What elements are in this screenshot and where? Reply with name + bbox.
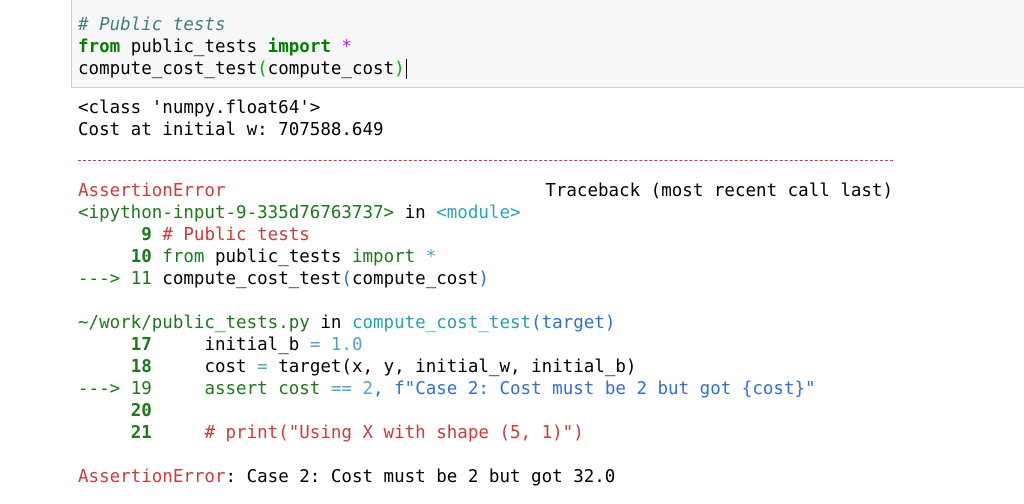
traceback-header-line: AssertionError Traceback (most recent cal… (78, 180, 893, 202)
line-number: 21 (130, 423, 152, 443)
number-literal: 2 (351, 379, 374, 399)
line-number: 10 (130, 247, 152, 267)
stdout-line-1: <class 'numpy.float64'> (78, 98, 321, 118)
function-arg: compute_cost (267, 59, 395, 79)
frame2-arg: (target) (531, 313, 616, 333)
frame1-line-9: 9 # Public tests (78, 224, 310, 246)
error-arrow: ---> (78, 379, 131, 399)
line-arrow (78, 401, 131, 421)
error-arrow: ---> (78, 269, 131, 289)
line-arrow (78, 247, 131, 267)
final-error-name: AssertionError (78, 467, 226, 487)
code-comment: # Public tests (151, 225, 310, 245)
line-number: 19 (130, 379, 152, 399)
module-name: public_tests (120, 37, 268, 57)
error-name: AssertionError (78, 181, 226, 201)
code-line-1: # Public tests (78, 14, 226, 36)
frame2-line-18: 18 cost = target(x, y, initial_w, initia… (78, 356, 637, 378)
close-paren: ) (478, 269, 489, 289)
code-text: target(x, y, initial_w, initial_b) (267, 357, 637, 377)
operator: == (330, 379, 352, 399)
line-arrow (78, 225, 141, 245)
line-number: 20 (130, 401, 152, 421)
keyword-import: import (351, 247, 416, 267)
line-number: 11 (130, 269, 152, 289)
line-arrow (78, 335, 131, 355)
frame1-in: in (394, 203, 437, 223)
frame1-module: <module> (436, 203, 521, 223)
keyword-import: import (267, 37, 331, 57)
code-text: initial_b (151, 335, 310, 355)
line-arrow (78, 357, 131, 377)
operator: = (309, 335, 321, 355)
frame2-line-21: 21 # print("Using X with shape (5, 1)") (78, 422, 584, 444)
code-comment: # print("Using X with shape (5, 1)") (151, 423, 584, 443)
open-paren: ( (257, 59, 268, 79)
function-arg: compute_cost (351, 269, 479, 289)
line-number: 9 (141, 225, 152, 245)
text-cursor (405, 59, 407, 79)
traceback-header: Traceback (most recent call last) (545, 181, 893, 201)
final-error-line: AssertionError: Case 2: Cost must be 2 b… (78, 466, 615, 488)
line-number: 18 (130, 357, 152, 377)
code-text: assert cost (151, 379, 331, 399)
line-number: 17 (130, 335, 152, 355)
frame2-location: ~/work/public_tests.py in compute_cost_t… (78, 312, 615, 334)
code-line-3: compute_cost_test(compute_cost) (78, 58, 407, 80)
line-arrow (78, 423, 131, 443)
stdout-line-2: Cost at initial w: 707588.649 (78, 120, 384, 140)
operator: = (257, 357, 268, 377)
function-call: compute_cost_test (78, 59, 258, 79)
frame2-line-17: 17 initial_b = 1.0 (78, 334, 363, 356)
star-operator: * (330, 37, 352, 57)
number-literal: 1.0 (320, 335, 363, 355)
keyword-from: from (78, 37, 121, 57)
code-text: cost (151, 357, 258, 377)
frame2-file: ~/work/public_tests.py (78, 313, 310, 333)
keyword-from: from (151, 247, 205, 267)
traceback-divider (78, 160, 893, 161)
frame2-func: compute_cost_test (351, 313, 532, 333)
open-paren: ( (341, 269, 352, 289)
function-call: compute_cost_test (151, 269, 342, 289)
frame2-line-19: ---> 19 assert cost == 2, f"Case 2: Cost… (78, 378, 816, 400)
close-paren: ) (394, 59, 405, 79)
frame1-file: <ipython-input-9-335d76763737> (78, 203, 395, 223)
frame2-line-20: 20 (78, 400, 152, 422)
frame1-line-11: ---> 11 compute_cost_test(compute_cost) (78, 268, 489, 290)
module-name: public_tests (204, 247, 352, 267)
code-comment: # Public tests (78, 15, 226, 35)
frame1-location: <ipython-input-9-335d76763737> in <modul… (78, 202, 521, 224)
code-line-2: from public_tests import * (78, 36, 352, 58)
star-operator: * (415, 247, 437, 267)
frame2-in: in (309, 313, 352, 333)
frame1-line-10: 10 from public_tests import * (78, 246, 437, 268)
final-error-message: : Case 2: Cost must be 2 but got 32.0 (225, 467, 616, 487)
string-literal: , f"Case 2: Cost must be 2 but got {cost… (373, 379, 816, 399)
